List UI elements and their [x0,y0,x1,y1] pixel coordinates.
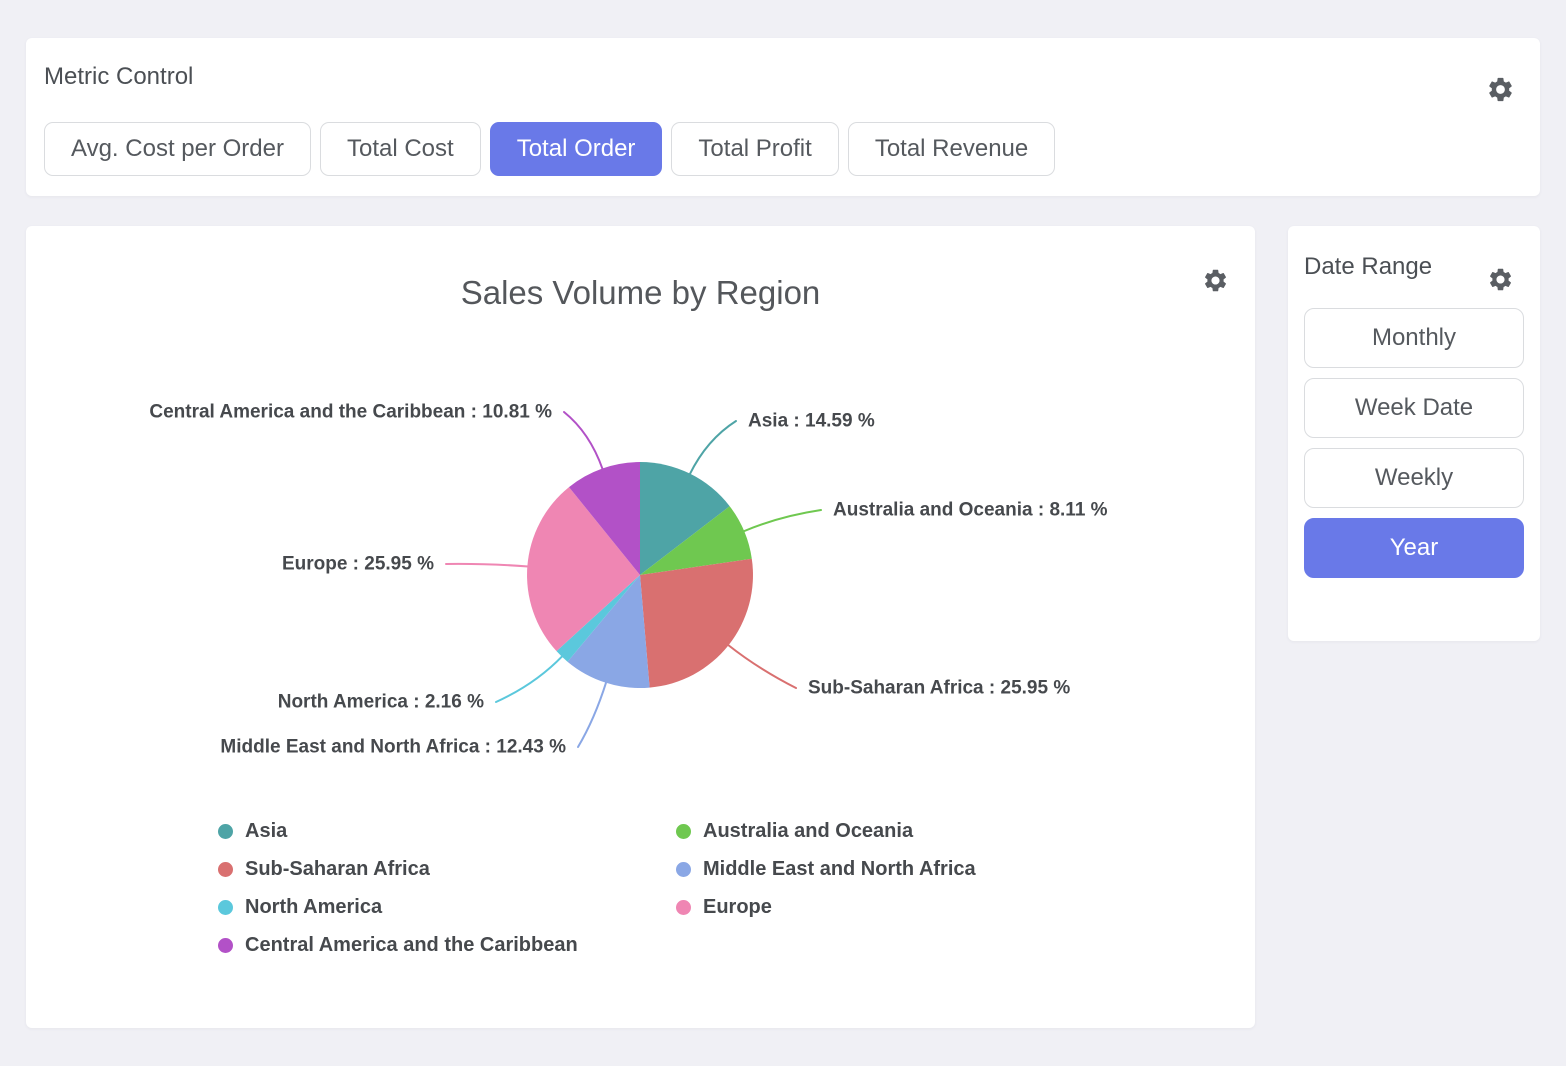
metric-button-total-profit[interactable]: Total Profit [671,122,838,176]
metric-settings-gear-icon[interactable] [1486,75,1515,104]
legend-item-australia-and-oceania[interactable]: Australia and Oceania [676,820,976,843]
legend-item-middle-east-and-north-africa[interactable]: Middle East and North Africa [676,858,976,881]
metric-control-title: Metric Control [44,62,1516,92]
date-range-settings-gear-icon[interactable] [1487,266,1514,293]
pie-callout-label-middle-east-and-north-africa: Middle East and North Africa : 12.43 % [220,737,566,758]
pie-slice-sub-saharan-africa[interactable] [640,559,753,688]
legend-item-central-america-and-the-caribbean[interactable]: Central America and the Caribbean [218,934,676,957]
pie-label-line-australia-and-oceania [743,510,821,532]
legend-dot-europe [676,900,691,915]
date-range-button-week-date[interactable]: Week Date [1304,378,1524,438]
legend-dot-middle-east-and-north-africa [676,862,691,877]
legend-dot-asia [218,824,233,839]
pie-callout-label-sub-saharan-africa: Sub-Saharan Africa : 25.95 % [808,678,1070,699]
pie-callout-label-europe: Europe : 25.95 % [282,554,434,575]
date-range-button-weekly[interactable]: Weekly [1304,448,1524,508]
pie-callout-label-australia-and-oceania: Australia and Oceania : 8.11 % [833,500,1108,521]
legend-label-middle-east-and-north-africa: Middle East and North Africa [703,858,976,881]
legend-label-australia-and-oceania: Australia and Oceania [703,820,913,843]
chart-panel: Sales Volume by Region Asia : 14.59 %Aus… [26,226,1255,1028]
legend-dot-north-america [218,900,233,915]
pie-callout-label-asia: Asia : 14.59 % [748,411,875,432]
legend-label-north-america: North America [245,896,382,919]
metric-button-total-order[interactable]: Total Order [490,122,663,176]
pie-label-line-sub-saharan-africa [728,645,796,688]
legend-label-asia: Asia [245,820,287,843]
legend-label-sub-saharan-africa: Sub-Saharan Africa [245,858,430,881]
legend-label-europe: Europe [703,896,772,919]
legend-item-north-america[interactable]: North America [218,896,676,919]
content-row: Sales Volume by Region Asia : 14.59 %Aus… [26,226,1540,1028]
metric-button-total-cost[interactable]: Total Cost [320,122,481,176]
chart-legend: Asia Australia and Oceania Sub-Saharan Afr… [218,812,976,964]
pie-callout-label-central-america-and-the-caribbean: Central America and the Caribbean : 10.8… [149,402,552,423]
gear-icon [1487,266,1514,293]
metric-button-row: Avg. Cost per OrderTotal CostTotal Order… [44,122,1516,176]
legend-dot-central-america-and-the-caribbean [218,938,233,953]
date-range-button-monthly[interactable]: Monthly [1304,308,1524,368]
pie-label-line-north-america [496,656,563,702]
metric-button-total-revenue[interactable]: Total Revenue [848,122,1055,176]
legend-item-asia[interactable]: Asia [218,820,676,843]
pie-callout-label-north-america: North America : 2.16 % [278,692,484,713]
legend-item-sub-saharan-africa[interactable]: Sub-Saharan Africa [218,858,676,881]
pie-label-line-middle-east-and-north-africa [578,682,606,747]
pie-label-line-central-america-and-the-caribbean [564,412,603,469]
pie-label-line-europe [446,564,528,567]
date-range-button-column: Monthly Week Date Weekly Year [1304,308,1524,578]
legend-item-europe[interactable]: Europe [676,896,976,919]
legend-dot-australia-and-oceania [676,824,691,839]
metric-control-panel: Metric Control Avg. Cost per OrderTotal … [26,38,1540,196]
metric-button-avg-cost-per-order[interactable]: Avg. Cost per Order [44,122,311,176]
pie-label-line-asia [690,421,736,475]
legend-label-central-america-and-the-caribbean: Central America and the Caribbean [245,934,578,957]
gear-icon [1486,75,1515,104]
legend-dot-sub-saharan-africa [218,862,233,877]
date-range-panel: Date Range MonthlyWeek DateWeeklyYear [1288,226,1540,641]
date-range-button-year[interactable]: Year [1304,518,1524,578]
